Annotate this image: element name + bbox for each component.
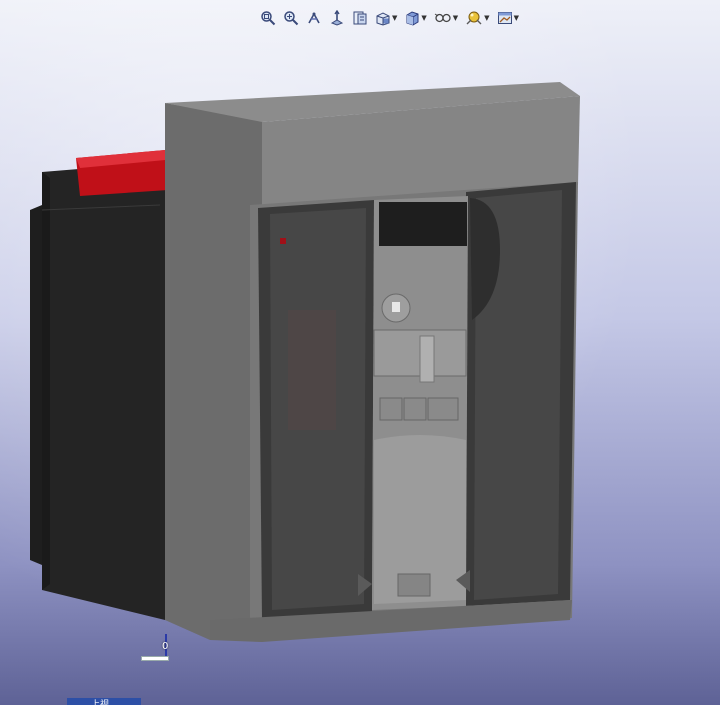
triad-axis-horizontal: [142, 657, 168, 660]
left-door-shade: [288, 310, 336, 430]
lock-icon: [392, 302, 400, 312]
operating-handle: [419, 335, 435, 383]
button-c: [427, 397, 459, 421]
red-indicator: [280, 238, 286, 244]
display-window: [379, 202, 467, 246]
rear-left-edge: [42, 172, 50, 590]
button-b: [403, 397, 427, 421]
rear-left-flange: [30, 205, 42, 565]
rack-slot: [397, 573, 431, 597]
view-name-tab[interactable]: 上视: [67, 698, 141, 705]
button-a: [379, 397, 403, 421]
housing-side-face: [165, 103, 262, 640]
reference-triad: 0: [138, 632, 178, 668]
rear-dark-body: [42, 162, 165, 620]
model-render[interactable]: [0, 0, 720, 705]
triad-label: 0: [162, 641, 169, 652]
